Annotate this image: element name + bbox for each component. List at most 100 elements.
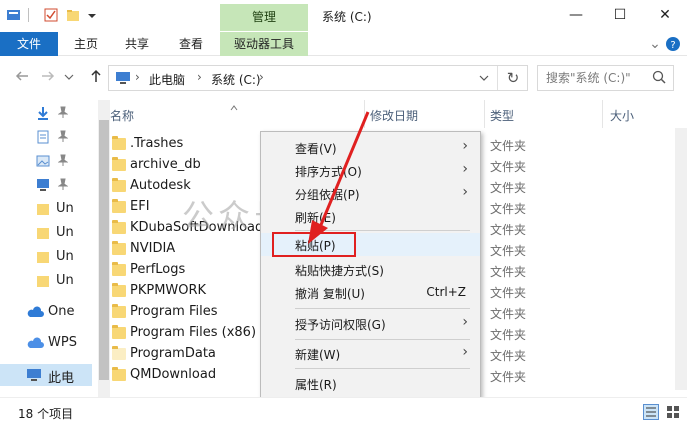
breadcrumb-drive-c[interactable]: 系统 (C:) [211,71,261,88]
submenu-arrow-icon: › [462,184,468,200]
quick-access-icon[interactable] [6,8,20,22]
svg-text:?: ? [670,40,675,51]
folder-icon [112,178,126,192]
submenu-arrow-icon: › [462,344,468,360]
breadcrumb-separator: › [135,70,140,84]
tab-file[interactable]: 文件 [0,32,58,56]
folder-icon [112,367,126,381]
file-type: 文件夹 [490,160,527,174]
file-type: 文件夹 [490,202,527,216]
customize-dropdown-icon[interactable] [87,8,101,22]
search-icon[interactable] [652,70,666,87]
menu-item-label: 撤消 复制(U) [295,287,365,301]
folder-icon [36,202,50,216]
large-icons-view-icon[interactable] [665,404,681,423]
ribbon-expand-icon[interactable]: ⌄ [646,32,664,56]
status-bar: 18 个项目 [0,397,687,425]
refresh-icon[interactable]: ↻ [497,66,528,90]
column-name[interactable]: 名称 [110,107,134,124]
column-size[interactable]: 大小 [610,107,634,124]
column-header-row: 名称 修改日期 类型 大小 [104,100,687,128]
menu-item-label: 授予访问权限(G) [295,318,386,332]
address-bar[interactable]: › 此电脑 › 系统 (C:) › ↻ [108,65,528,91]
file-name: EFI [130,199,150,214]
item-count: 18 个项目 [18,407,74,421]
pin-icon[interactable] [57,154,69,169]
minimize-button[interactable]: — [556,4,596,26]
manage-tab[interactable]: 管理 [220,4,308,31]
ribbon-tabs: 文件 主页 共享 查看 驱动器工具 ⌄ ? [0,32,687,56]
tab-home[interactable]: 主页 [64,32,108,56]
pin-icon[interactable] [57,178,69,193]
file-type: 文件夹 [490,223,527,237]
new-folder-icon[interactable] [66,8,80,22]
breadcrumb-this-pc[interactable]: 此电脑 [149,71,185,88]
sort-up-icon [230,100,238,114]
menu-item-label: 粘贴快捷方式(S) [295,264,384,278]
recent-locations-icon[interactable] [62,68,76,88]
menu-separator [295,368,470,369]
column-divider[interactable] [484,100,485,128]
column-type[interactable]: 类型 [490,107,514,124]
nav-item-folder[interactable]: Un [0,198,92,220]
breadcrumb-separator: › [197,70,202,84]
file-name: Program Files (x86) [130,325,257,340]
nav-item-wps-cloud[interactable]: WPS [0,332,92,354]
picture-icon [36,154,50,168]
nav-item-onedrive[interactable]: One [0,301,92,323]
tab-share[interactable]: 共享 [114,32,160,56]
navigation-pane: Un Un Un Un One WPS 此电 [0,100,92,397]
column-divider[interactable] [602,100,603,128]
tab-drive-tools[interactable]: 驱动器工具 [220,32,308,56]
folder-icon [112,304,126,318]
file-name: QMDownload [130,367,217,382]
nav-item-folder[interactable]: Un [0,246,92,268]
tab-view[interactable]: 查看 [168,32,214,56]
menu-separator [295,339,470,340]
properties-check-icon[interactable] [44,8,58,22]
nav-item-this-pc[interactable]: 此电 [0,364,92,386]
nav-item-desktop[interactable] [0,174,92,196]
nav-item-label: Un [56,273,74,288]
help-icon[interactable]: ? [664,32,682,56]
back-arrow-icon[interactable] [12,68,32,88]
cloud-icon [26,306,44,321]
folder-icon [36,226,50,240]
pin-icon[interactable] [57,130,69,145]
menu-item-new[interactable]: 新建(W) › [261,342,480,365]
file-type: 文件夹 [490,244,527,258]
submenu-arrow-icon: › [462,138,468,154]
file-type: 文件夹 [490,139,527,153]
wps-cloud-icon [26,337,44,352]
nav-item-downloads[interactable] [0,102,92,124]
up-arrow-icon[interactable] [86,68,106,88]
menu-item-paste-shortcut[interactable]: 粘贴快捷方式(S) [261,258,480,281]
nav-item-folder[interactable]: Un [0,222,92,244]
menu-item-shortcut: Ctrl+Z [426,285,466,299]
menu-item-label: 属性(R) [295,378,337,392]
pin-icon[interactable] [57,106,69,121]
menu-item-grant-access[interactable]: 授予访问权限(G) › [261,312,480,335]
menu-item-undo-copy[interactable]: 撤消 复制(U) Ctrl+Z [261,281,480,304]
file-type: 文件夹 [490,328,527,342]
nav-item-folder[interactable]: Un [0,270,92,292]
forward-arrow-icon[interactable] [38,68,58,88]
file-name: Program Files [130,304,218,319]
pc-icon [26,368,42,385]
file-name: PerfLogs [130,262,186,277]
folder-icon [112,199,126,213]
nav-item-label: 此电 [48,371,75,386]
folder-icon [112,157,126,171]
address-dropdown-icon[interactable] [479,69,489,88]
menu-item-properties[interactable]: 属性(R) [261,372,480,395]
content-scrollbar[interactable] [675,128,687,390]
file-type: 文件夹 [490,370,527,384]
details-view-icon[interactable] [643,404,659,423]
nav-item-documents[interactable] [0,126,92,148]
file-name: NVIDIA [130,241,176,256]
nav-item-pictures[interactable] [0,150,92,172]
annotation-arrow-icon [308,111,370,244]
close-button[interactable]: ✕ [645,4,685,26]
folder-icon [36,250,50,264]
maximize-button[interactable]: ☐ [600,4,640,26]
